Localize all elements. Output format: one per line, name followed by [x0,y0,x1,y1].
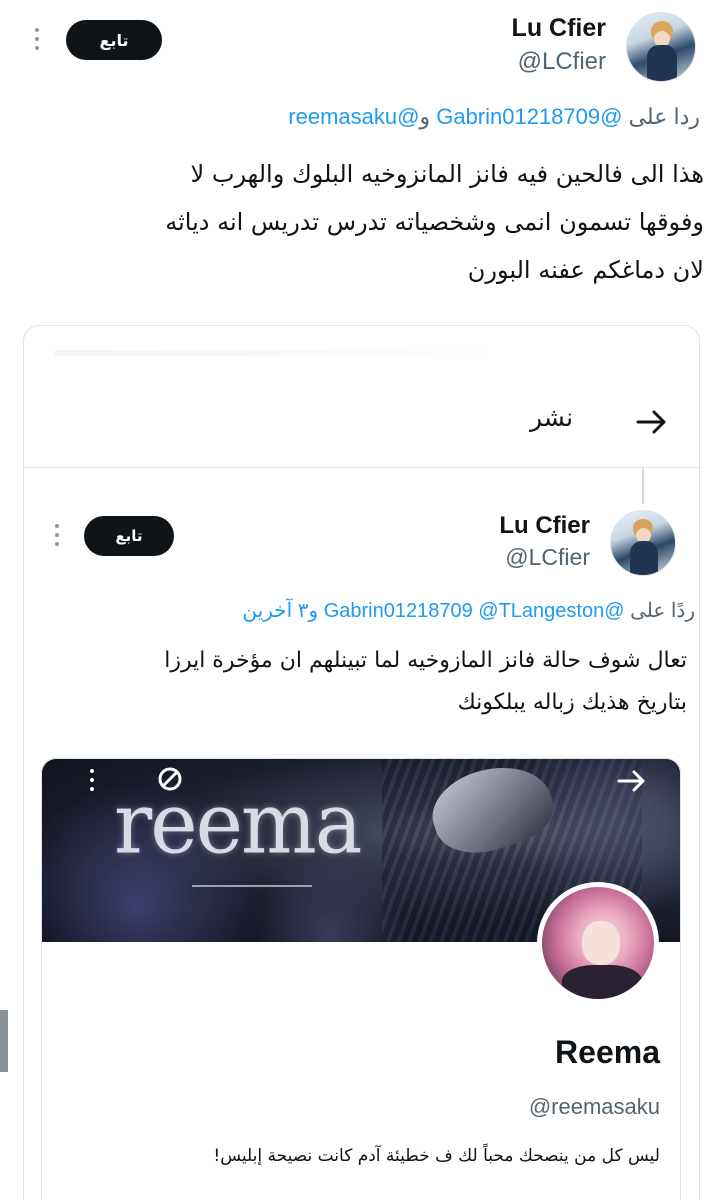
edge-indicator [0,1010,8,1072]
more-icon[interactable] [88,769,96,791]
tweet-text-line: لان دماغكم عفنه البورن [467,256,704,284]
quoted-tweet-text: تعال شوف حالة فانز المازوخيه لما تبينلهم… [47,640,687,724]
quoted-author-name[interactable]: Lu Cfier [499,512,590,540]
banner-arrow-icon[interactable] [616,767,648,795]
author-name[interactable]: Lu Cfier [512,14,606,43]
quoted-reply-context: ردًا على @Gabrin01218709 @TLangeston و٣ … [242,598,695,623]
more-icon[interactable] [33,28,41,50]
reply-mentions-link[interactable]: @Gabrin01218709 @TLangeston [324,600,625,622]
quoted-follow-button[interactable]: تابع [84,516,174,556]
profile-name[interactable]: Reema [555,1034,660,1071]
thread-line [642,468,644,504]
profile-handle[interactable]: @reemasaku [529,1094,660,1120]
card-top-fade [55,350,505,356]
repost-arrow-icon[interactable] [634,404,670,440]
author-handle[interactable]: @LCfier [518,48,606,76]
banner-ornament [192,885,312,887]
profile-bio: ليس كل من ينصحك محباً لك ف خطيئة آدم كان… [213,1146,660,1166]
quoted-author-avatar[interactable] [610,510,676,576]
reply-prefix: ردا على [628,104,700,129]
profile-avatar[interactable] [537,882,659,1004]
reply-and: و [419,104,431,129]
tweet-text-line: بتاريخ هذيك زباله يبلكونك [457,690,687,715]
reply-mention-link[interactable]: @Gabrin01218709 [436,104,622,129]
tweet-text-line: وفوقها تسمون انمى وشخصياته تدرس تدريس ان… [165,208,704,236]
tweet-text-line: هذا الى فالحين فيه فانز المانزوخيه البلو… [190,160,704,188]
tweet-text: هذا الى فالحين فيه فانز المانزوخيه البلو… [14,150,704,294]
reply-context: ردا على @Gabrin01218709 و@reemasaku [288,104,700,130]
author-avatar[interactable] [626,12,696,82]
follow-button[interactable]: تابع [66,20,162,60]
repost-label[interactable]: نشر [530,403,573,432]
tweet-text-line: تعال شوف حالة فانز المازوخيه لما تبينلهم… [164,648,687,673]
quoted-author-handle[interactable]: @LCfier [505,544,590,571]
no-sign-icon [158,767,182,791]
more-icon[interactable] [53,524,61,546]
reply-others-link[interactable]: و٣ آخرين [242,600,318,622]
reply-prefix: ردًا على [630,600,695,622]
reply-mention-link[interactable]: @reemasaku [288,104,419,129]
banner-logo-text: reema [114,774,362,873]
divider [23,467,700,468]
